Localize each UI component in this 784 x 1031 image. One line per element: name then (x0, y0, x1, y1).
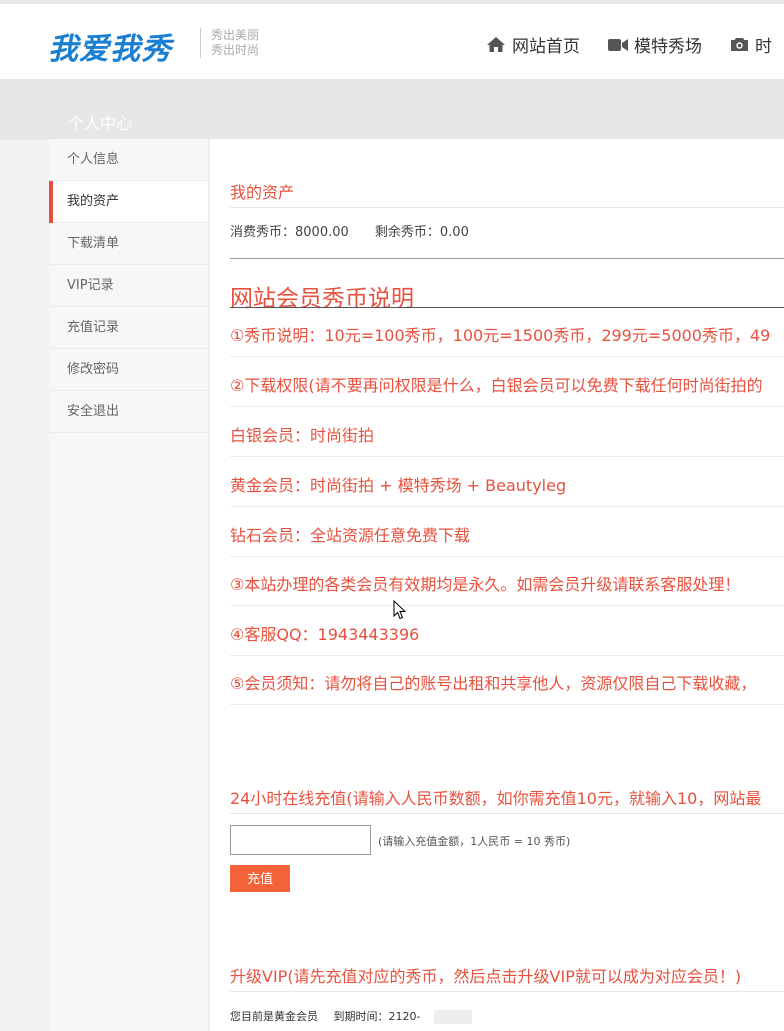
assets-title: 我的资产 (230, 183, 295, 202)
sidebar-item-my-assets[interactable]: 我的资产 (49, 181, 208, 223)
site-logo[interactable]: 我爱我秀 (48, 24, 172, 68)
site-header: 我爱我秀 秀出美丽 秀出时尚 网站首页 模特秀场 时 (0, 4, 784, 80)
main-content: 我的资产 消费秀币：8000.00 剩余秀币：0.00 网站会员秀币说明 ①秀币… (210, 139, 784, 1031)
nav-item-model-show[interactable]: 模特秀场 (608, 32, 702, 57)
sidebar-item-logout[interactable]: 安全退出 (49, 391, 208, 433)
divider (230, 991, 784, 992)
rule-item: ④客服QQ：1943443396 (230, 606, 784, 656)
rule-item: ⑤会员须知：请勿将自己的账号出租和共享他人，资源仅限自己下载收藏， (230, 655, 784, 705)
nav-item-fashion[interactable]: 时 (730, 32, 772, 57)
mouse-cursor-icon (393, 600, 406, 620)
rule-item: ①秀币说明：10元=100秀币，100元=1500秀币，299元=5000秀币，… (230, 307, 784, 357)
divider (230, 258, 784, 259)
sidebar-item-label: VIP记录 (67, 278, 114, 293)
sidebar: 个人信息 我的资产 下载清单 VIP记录 充值记录 修改密码 安全退出 (49, 139, 209, 1031)
vip-expiry-label: 到期时间：2120- (333, 1010, 421, 1023)
vip-expiry: 到期时间：2120- (333, 1010, 473, 1024)
divider (230, 813, 784, 814)
rule-item: 黄金会员：时尚街拍 + 模特秀场 + Beautyleg (230, 457, 784, 507)
nav-item-fashion-label: 时 (755, 37, 772, 57)
nav-item-home-label: 网站首页 (512, 37, 580, 57)
vip-level: 您目前是黄金会员 (230, 1010, 318, 1023)
redacted-mask (434, 1010, 473, 1024)
rule-item: ③本站办理的各类会员有效期均是永久。如需会员升级请联系客服处理！ (230, 556, 784, 606)
sidebar-item-recharge-records[interactable]: 充值记录 (49, 307, 208, 349)
sidebar-item-label: 充值记录 (67, 320, 120, 335)
nav-item-home[interactable]: 网站首页 (486, 32, 580, 57)
sidebar-item-vip-records[interactable]: VIP记录 (49, 265, 208, 307)
recharge-title: 24小时在线充值(请输入人民币数额，如你需充值10元，就输入10，网站最 (230, 789, 762, 808)
sidebar-item-label: 我的资产 (67, 194, 120, 209)
divider (230, 207, 784, 208)
sidebar-item-profile[interactable]: 个人信息 (49, 139, 208, 181)
recharge-hint: (请输入充值金额，1人民币 = 10 秀币) (378, 835, 571, 848)
video-camera-icon (608, 38, 628, 51)
asset-summary: 消费秀币：8000.00 剩余秀币：0.00 (230, 221, 491, 240)
spent-coins: 消费秀币：8000.00 (230, 225, 349, 240)
rule-item: 白银会员：时尚街拍 (230, 407, 784, 457)
nav-item-model-show-label: 模特秀场 (634, 37, 702, 57)
camera-icon (731, 38, 748, 51)
vip-status-line: 您目前是黄金会员 到期时间：2120- (230, 1008, 484, 1024)
slogan-line-2: 秀出时尚 (211, 43, 260, 57)
sidebar-item-label: 下载清单 (67, 236, 120, 251)
slogan-line-1: 秀出美丽 (211, 28, 260, 42)
rule-item: 钻石会员：全站资源任意免费下载 (230, 507, 784, 557)
site-slogan: 秀出美丽 秀出时尚 (200, 28, 259, 58)
remaining-coins: 剩余秀币：0.00 (374, 225, 469, 240)
recharge-button[interactable]: 充值 (230, 865, 290, 892)
main-nav: 网站首页 模特秀场 时 (486, 32, 784, 57)
rule-item: ②下载权限(请不要再问权限是什么，白银会员可以免费下载任何时尚街拍的 (230, 357, 784, 407)
sidebar-item-label: 个人信息 (67, 152, 120, 167)
page-title: 个人中心 (68, 114, 133, 133)
home-icon (487, 37, 505, 52)
recharge-amount-input[interactable] (230, 825, 371, 855)
sidebar-item-label: 修改密码 (67, 362, 120, 377)
sidebar-item-label: 安全退出 (67, 404, 120, 419)
sidebar-item-downloads[interactable]: 下载清单 (49, 223, 208, 265)
vip-title: 升级VIP(请先充值对应的秀币，然后点击升级VIP就可以成为对应会员！) (230, 967, 742, 986)
sidebar-item-change-password[interactable]: 修改密码 (49, 349, 208, 391)
